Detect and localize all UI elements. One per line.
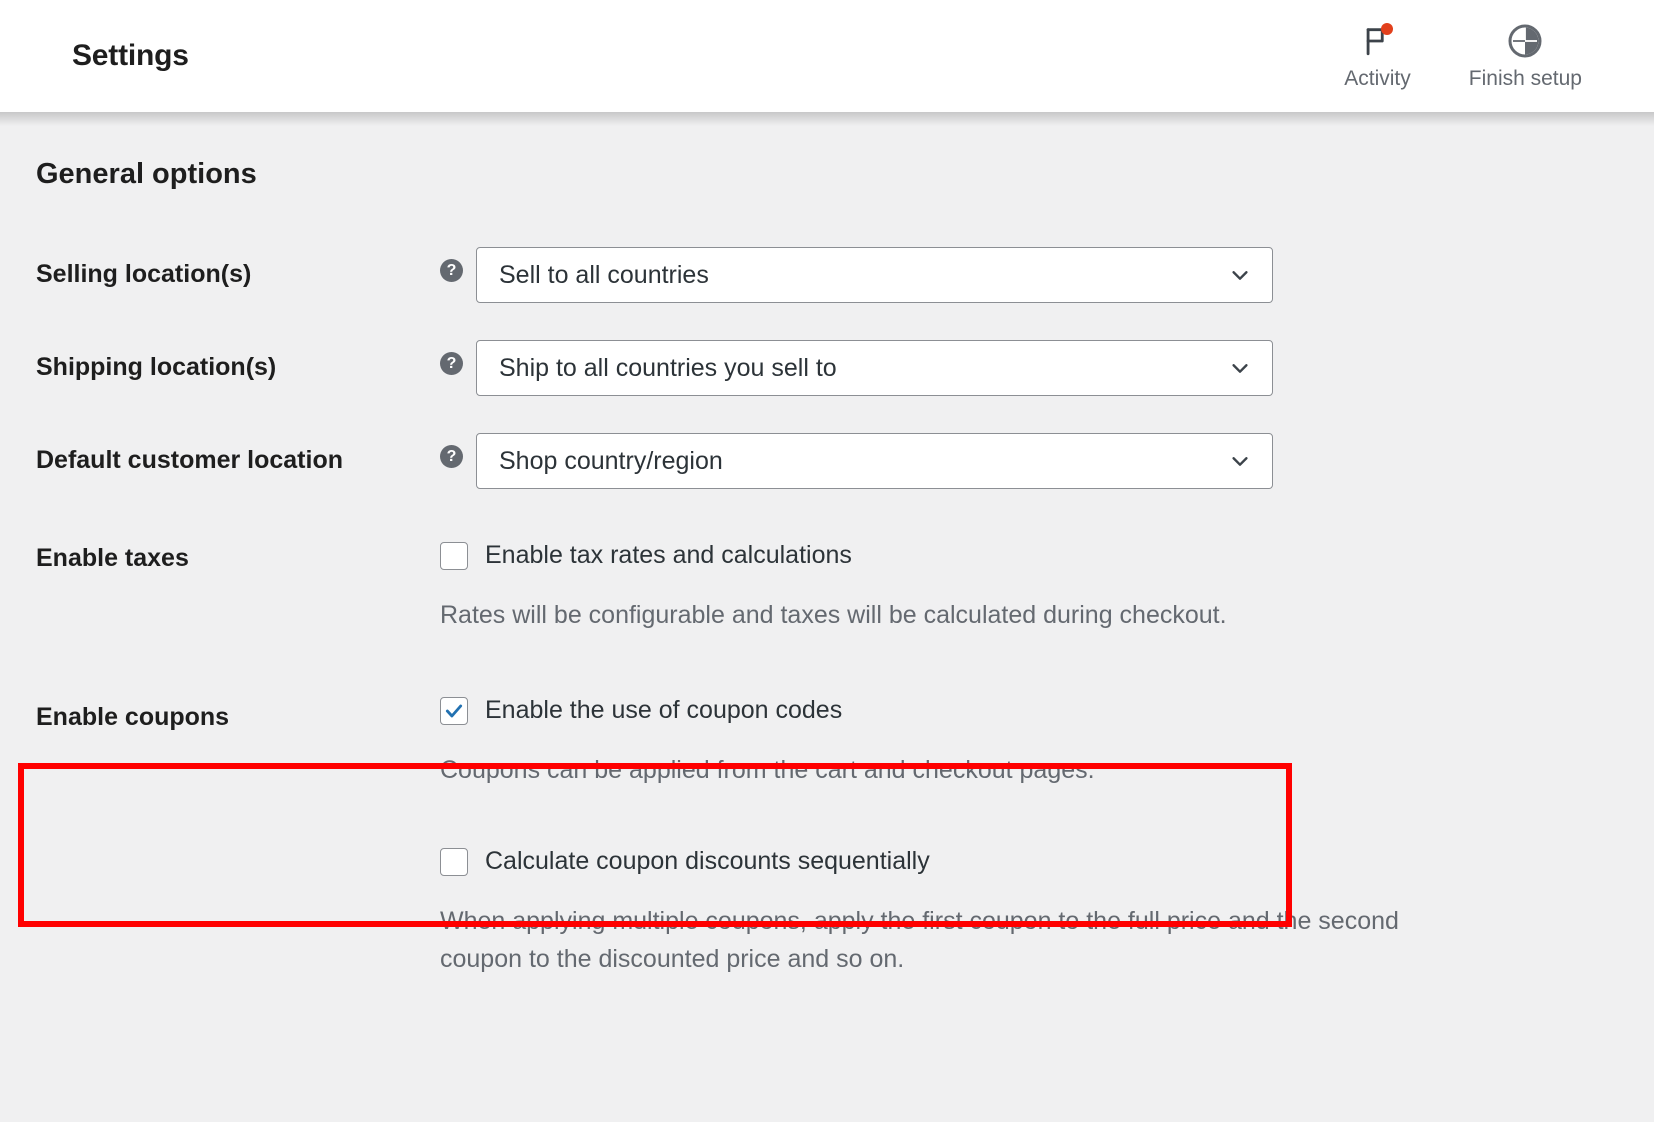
finish-setup-label: Finish setup	[1468, 66, 1582, 90]
default-customer-location-select[interactable]: Shop country/region	[476, 433, 1273, 489]
chevron-down-icon	[1229, 450, 1251, 472]
flag-icon	[1359, 22, 1397, 60]
row-label	[0, 847, 440, 849]
help-icon[interactable]: ?	[440, 259, 463, 282]
row-shipping-locations: Shipping location(s) ? Ship to all count…	[0, 340, 1654, 396]
row-enable-taxes: Enable taxes Enable tax rates and calcul…	[0, 541, 1654, 634]
app-header: Settings Activity Finish setup	[0, 0, 1654, 126]
progress-circle-icon	[1506, 22, 1544, 60]
calculate-sequentially-checkbox-line[interactable]: Calculate coupon discounts sequentially	[440, 847, 1450, 876]
finish-setup-button[interactable]: Finish setup	[1469, 22, 1582, 91]
chevron-down-icon	[1229, 357, 1251, 379]
activity-label: Activity	[1344, 66, 1411, 90]
row-label: Shipping location(s)	[36, 353, 277, 381]
calculate-sequentially-checkbox[interactable]	[440, 847, 468, 876]
enable-coupons-checkbox[interactable]	[440, 696, 468, 725]
row-calculate-sequentially: Calculate coupon discounts sequentially …	[0, 847, 1654, 978]
enable-taxes-checkbox[interactable]	[440, 541, 468, 570]
row-label: Enable coupons	[36, 703, 230, 731]
checkbox-label: Calculate coupon discounts sequentially	[485, 847, 930, 875]
row-label: Default customer location	[36, 446, 343, 474]
select-value: Shop country/region	[499, 446, 723, 475]
row-default-customer-location: Default customer location ? Shop country…	[0, 433, 1654, 489]
page-title: Settings	[72, 39, 189, 72]
row-selling-locations: Selling location(s) ? Sell to all countr…	[0, 247, 1654, 303]
shipping-locations-select[interactable]: Ship to all countries you sell to	[476, 340, 1273, 396]
help-icon[interactable]: ?	[440, 445, 463, 468]
activity-button[interactable]: Activity	[1344, 22, 1411, 91]
settings-content: General options Selling location(s) ? Se…	[0, 112, 1654, 978]
help-icon[interactable]: ?	[440, 352, 463, 375]
select-value: Ship to all countries you sell to	[499, 353, 837, 382]
notification-dot	[1380, 22, 1393, 35]
enable-coupons-checkbox-line[interactable]: Enable the use of coupon codes	[440, 696, 1095, 725]
calculate-sequentially-description: When applying multiple coupons, apply th…	[440, 907, 1399, 973]
chevron-down-icon	[1229, 264, 1251, 286]
checkbox-label: Enable the use of coupon codes	[485, 696, 843, 724]
checkbox-label: Enable tax rates and calculations	[485, 541, 852, 569]
row-enable-coupons: Enable coupons Enable the use of coupon …	[0, 696, 1654, 789]
enable-taxes-description: Rates will be configurable and taxes wil…	[440, 601, 1227, 629]
enable-coupons-description: Coupons can be applied from the cart and…	[440, 756, 1095, 784]
row-label: Enable taxes	[36, 544, 189, 572]
enable-taxes-checkbox-line[interactable]: Enable tax rates and calculations	[440, 541, 1227, 570]
select-value: Sell to all countries	[499, 260, 709, 289]
header-actions: Activity Finish setup	[1344, 22, 1618, 91]
section-title: General options	[36, 158, 257, 190]
row-label: Selling location(s)	[36, 260, 252, 288]
selling-locations-select[interactable]: Sell to all countries	[476, 247, 1273, 303]
